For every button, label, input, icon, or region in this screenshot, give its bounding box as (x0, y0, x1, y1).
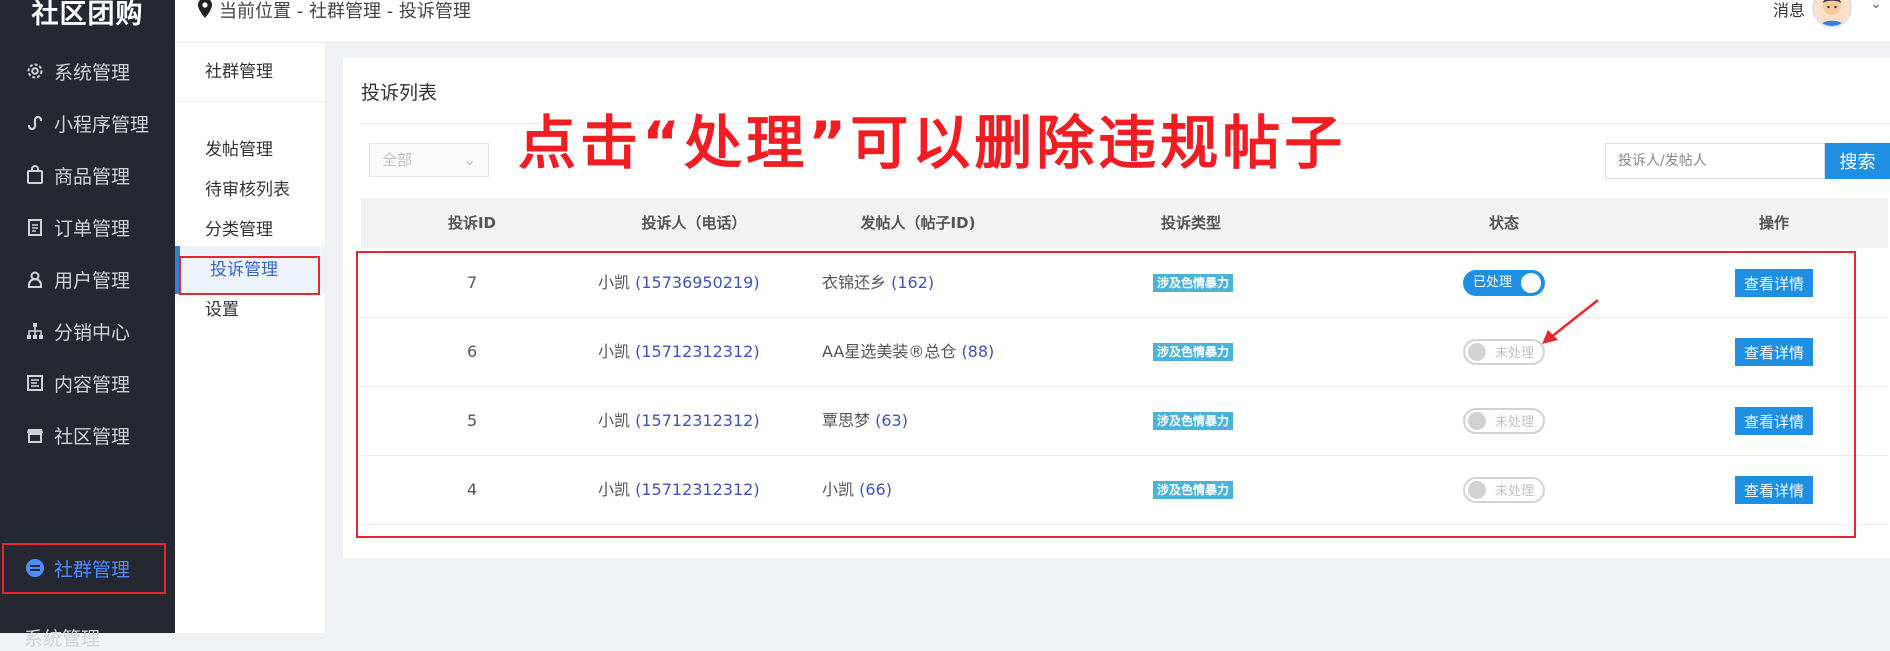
page-title: 投诉列表 (361, 82, 438, 104)
top-bar: 当前位置 - 社群管理 - 投诉管理 消息 ⌄ (175, 0, 1890, 43)
arrow-annotation-icon (1542, 299, 1599, 344)
highlight-box-rows (356, 251, 1856, 538)
status-filter-select[interactable]: 全部 ⌄ (369, 143, 489, 177)
sidebar-item-system[interactable]: 系统管理 (0, 46, 175, 96)
search-button[interactable]: 搜索 (1825, 143, 1890, 179)
highlight-box-sidebar (2, 543, 166, 594)
column-header: 操作 (1758, 214, 1790, 232)
sidebar-item-label: 社区管理 (54, 425, 131, 448)
sidebar-item-partial[interactable]: 系统管理 (24, 624, 100, 651)
column-header: 状态 (1488, 214, 1520, 232)
breadcrumb: 当前位置 - 社群管理 - 投诉管理 (197, 0, 471, 23)
sidebar-item-label: 商品管理 (54, 165, 131, 188)
clipboard-icon (24, 216, 46, 238)
sidebar-item-users[interactable]: 用户管理 (0, 254, 175, 304)
store-icon (24, 424, 46, 446)
document-icon (24, 372, 46, 394)
avatar[interactable] (1812, 0, 1852, 28)
sidebar-item-orders[interactable]: 订单管理 (0, 202, 175, 252)
sidebar-item-content[interactable]: 内容管理 (0, 358, 175, 408)
location-pin-icon (197, 0, 213, 23)
column-header: 投诉人（电话） (641, 214, 747, 232)
sidebar-item-label: 小程序管理 (54, 113, 150, 136)
sidebar-item-community[interactable]: 社区管理 (0, 410, 175, 460)
highlight-box-subnav (179, 256, 320, 295)
table-header: 投诉ID 投诉人（电话） 发帖人（帖子ID) 投诉类型 状态 操作 (361, 198, 1888, 248)
sidebar-item-label: 内容管理 (54, 373, 131, 396)
sidebar-item-miniprogram[interactable]: 小程序管理 (0, 98, 175, 148)
column-header: 发帖人（帖子ID) (860, 214, 976, 232)
sub-navigation: 社群管理 发帖管理 待审核列表 分类管理 投诉管理 设置 (175, 43, 326, 633)
subnav-heading: 社群管理 (175, 43, 325, 102)
sidebar-item-label: 用户管理 (54, 269, 131, 292)
sidebar: 社区团购 系统管理 小程序管理 商品管理 订单管理 用户管理 分销中心 内容管理… (0, 0, 175, 650)
bag-icon (24, 164, 46, 186)
sidebar-item-label: 订单管理 (54, 217, 131, 240)
sidebar-item-goods[interactable]: 商品管理 (0, 150, 175, 200)
sidebar-item-label: 分销中心 (54, 321, 131, 344)
search-input[interactable] (1605, 143, 1825, 179)
chevron-down-icon: ⌄ (463, 151, 476, 169)
sidebar-item-distribution[interactable]: 分销中心 (0, 306, 175, 356)
brand-title: 社区团购 (31, 0, 144, 30)
messages-link[interactable]: 消息 (1773, 0, 1805, 21)
sidebar-item-label: 系统管理 (54, 61, 131, 84)
annotation-text: 点击“处理”可以删除违规帖子 (518, 109, 1347, 177)
status-filter-value: 全部 (382, 151, 413, 169)
gear-icon (24, 60, 46, 82)
chevron-down-icon[interactable]: ⌄ (1870, 0, 1882, 12)
column-header: 投诉ID (447, 214, 497, 232)
miniprogram-icon (24, 112, 46, 134)
column-header: 投诉类型 (1160, 214, 1222, 232)
breadcrumb-text: 当前位置 - 社群管理 - 投诉管理 (219, 1, 471, 22)
network-icon (24, 320, 46, 342)
user-icon (24, 268, 46, 290)
